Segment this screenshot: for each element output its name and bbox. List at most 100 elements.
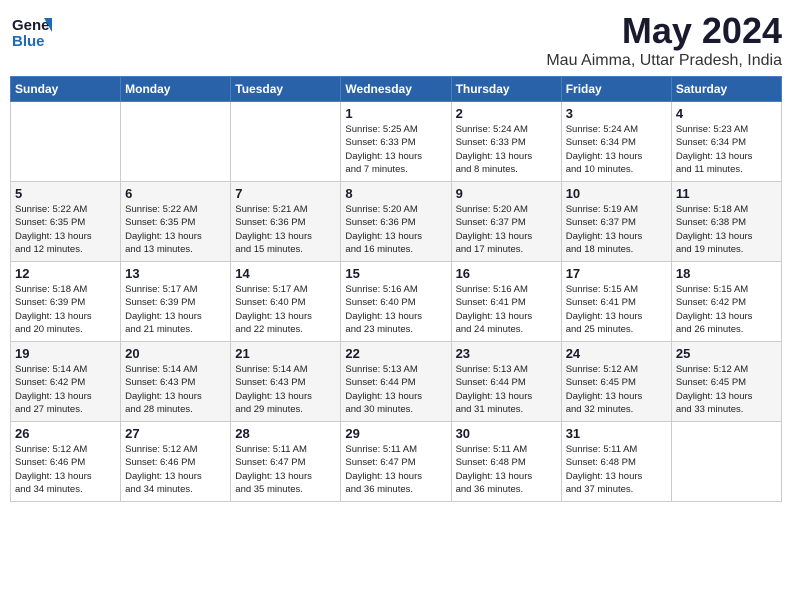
day-info: Sunrise: 5:20 AMSunset: 6:36 PMDaylight:… — [345, 203, 446, 256]
calendar-cell: 23 Sunrise: 5:13 AMSunset: 6:44 PMDayligh… — [451, 342, 561, 422]
day-info: Sunrise: 5:21 AMSunset: 6:36 PMDaylight:… — [235, 203, 336, 256]
day-info: Sunrise: 5:11 AMSunset: 6:48 PMDaylight:… — [456, 443, 557, 496]
day-number: 28 — [235, 426, 336, 441]
calendar-cell: 28 Sunrise: 5:11 AMSunset: 6:47 PMDayligh… — [231, 422, 341, 502]
weekday-header-thursday: Thursday — [451, 77, 561, 102]
calendar-cell: 29 Sunrise: 5:11 AMSunset: 6:47 PMDayligh… — [341, 422, 451, 502]
day-number: 12 — [15, 266, 116, 281]
svg-text:Blue: Blue — [12, 33, 45, 50]
day-number: 8 — [345, 186, 446, 201]
calendar-cell: 11Sunrise: 5:18 AMSunset: 6:38 PMDayligh… — [671, 182, 781, 262]
calendar-table: SundayMondayTuesdayWednesdayThursdayFrid… — [10, 76, 782, 502]
calendar-cell: 7Sunrise: 5:21 AMSunset: 6:36 PMDaylight… — [231, 182, 341, 262]
calendar-week-row: 1Sunrise: 5:25 AMSunset: 6:33 PMDaylight… — [11, 102, 782, 182]
calendar-cell: 19Sunrise: 5:14 AMSunset: 6:42 PMDayligh… — [11, 342, 121, 422]
calendar-cell: 20Sunrise: 5:14 AMSunset: 6:43 PMDayligh… — [121, 342, 231, 422]
weekday-header-sunday: Sunday — [11, 77, 121, 102]
day-info: Sunrise: 5:22 AMSunset: 6:35 PMDaylight:… — [15, 203, 116, 256]
day-number: 13 — [125, 266, 226, 281]
day-number: 4 — [676, 106, 777, 121]
day-number: 16 — [456, 266, 557, 281]
day-number: 29 — [345, 426, 446, 441]
weekday-header-friday: Friday — [561, 77, 671, 102]
calendar-week-row: 5 Sunrise: 5:22 AMSunset: 6:35 PMDaylight… — [11, 182, 782, 262]
calendar-cell: 31 Sunrise: 5:11 AMSunset: 6:48 PMDayligh… — [561, 422, 671, 502]
weekday-header-saturday: Saturday — [671, 77, 781, 102]
calendar-cell: 30 Sunrise: 5:11 AMSunset: 6:48 PMDayligh… — [451, 422, 561, 502]
calendar-cell: 13 Sunrise: 5:17 AMSunset: 6:39 PMDayligh… — [121, 262, 231, 342]
day-number: 18 — [676, 266, 777, 281]
day-info: Sunrise: 5:11 AMSunset: 6:47 PMDaylight:… — [235, 443, 336, 496]
day-info: Sunrise: 5:17 AMSunset: 6:40 PMDaylight:… — [235, 283, 336, 336]
day-info: Sunrise: 5:11 AMSunset: 6:47 PMDaylight:… — [345, 443, 446, 496]
logo-icon: General Blue — [10, 10, 52, 57]
calendar-cell: 3 Sunrise: 5:24 AMSunset: 6:34 PMDaylight… — [561, 102, 671, 182]
page-title: May 2024 — [546, 10, 782, 52]
day-number: 17 — [566, 266, 667, 281]
day-info: Sunrise: 5:12 AMSunset: 6:45 PMDaylight:… — [676, 363, 777, 416]
day-info: Sunrise: 5:22 AMSunset: 6:35 PMDaylight:… — [125, 203, 226, 256]
calendar-week-row: 19Sunrise: 5:14 AMSunset: 6:42 PMDayligh… — [11, 342, 782, 422]
page-header: General Blue May 2024 Mau Aimma, Uttar P… — [10, 10, 782, 70]
calendar-cell — [121, 102, 231, 182]
day-info: Sunrise: 5:15 AMSunset: 6:42 PMDaylight:… — [676, 283, 777, 336]
weekday-header-tuesday: Tuesday — [231, 77, 341, 102]
day-info: Sunrise: 5:12 AMSunset: 6:46 PMDaylight:… — [125, 443, 226, 496]
day-info: Sunrise: 5:14 AMSunset: 6:43 PMDaylight:… — [125, 363, 226, 416]
day-number: 5 — [15, 186, 116, 201]
calendar-cell: 4 Sunrise: 5:23 AMSunset: 6:34 PMDaylight… — [671, 102, 781, 182]
day-info: Sunrise: 5:16 AMSunset: 6:40 PMDaylight:… — [345, 283, 446, 336]
day-info: Sunrise: 5:18 AMSunset: 6:39 PMDaylight:… — [15, 283, 116, 336]
calendar-cell: 16 Sunrise: 5:16 AMSunset: 6:41 PMDayligh… — [451, 262, 561, 342]
calendar-cell: 14 Sunrise: 5:17 AMSunset: 6:40 PMDayligh… — [231, 262, 341, 342]
calendar-cell — [671, 422, 781, 502]
calendar-cell: 26Sunrise: 5:12 AMSunset: 6:46 PMDayligh… — [11, 422, 121, 502]
calendar-cell: 25 Sunrise: 5:12 AMSunset: 6:45 PMDayligh… — [671, 342, 781, 422]
calendar-cell: 8 Sunrise: 5:20 AMSunset: 6:36 PMDaylight… — [341, 182, 451, 262]
day-number: 30 — [456, 426, 557, 441]
day-info: Sunrise: 5:24 AMSunset: 6:34 PMDaylight:… — [566, 123, 667, 176]
day-info: Sunrise: 5:23 AMSunset: 6:34 PMDaylight:… — [676, 123, 777, 176]
day-number: 14 — [235, 266, 336, 281]
page-subtitle: Mau Aimma, Uttar Pradesh, India — [546, 52, 782, 70]
calendar-cell: 24 Sunrise: 5:12 AMSunset: 6:45 PMDayligh… — [561, 342, 671, 422]
day-number: 9 — [456, 186, 557, 201]
calendar-cell: 2 Sunrise: 5:24 AMSunset: 6:33 PMDaylight… — [451, 102, 561, 182]
day-info: Sunrise: 5:11 AMSunset: 6:48 PMDaylight:… — [566, 443, 667, 496]
day-number: 10 — [566, 186, 667, 201]
day-number: 31 — [566, 426, 667, 441]
day-number: 11 — [676, 186, 777, 201]
day-info: Sunrise: 5:16 AMSunset: 6:41 PMDaylight:… — [456, 283, 557, 336]
day-info: Sunrise: 5:13 AMSunset: 6:44 PMDaylight:… — [345, 363, 446, 416]
calendar-cell: 1Sunrise: 5:25 AMSunset: 6:33 PMDaylight… — [341, 102, 451, 182]
calendar-cell: 22Sunrise: 5:13 AMSunset: 6:44 PMDayligh… — [341, 342, 451, 422]
day-number: 24 — [566, 346, 667, 361]
calendar-cell: 5 Sunrise: 5:22 AMSunset: 6:35 PMDaylight… — [11, 182, 121, 262]
day-info: Sunrise: 5:25 AMSunset: 6:33 PMDaylight:… — [345, 123, 446, 176]
day-number: 6 — [125, 186, 226, 201]
day-info: Sunrise: 5:19 AMSunset: 6:37 PMDaylight:… — [566, 203, 667, 256]
day-info: Sunrise: 5:12 AMSunset: 6:45 PMDaylight:… — [566, 363, 667, 416]
calendar-cell: 10 Sunrise: 5:19 AMSunset: 6:37 PMDayligh… — [561, 182, 671, 262]
calendar-week-row: 26Sunrise: 5:12 AMSunset: 6:46 PMDayligh… — [11, 422, 782, 502]
day-number: 23 — [456, 346, 557, 361]
day-number: 25 — [676, 346, 777, 361]
day-info: Sunrise: 5:13 AMSunset: 6:44 PMDaylight:… — [456, 363, 557, 416]
day-number: 3 — [566, 106, 667, 121]
day-info: Sunrise: 5:14 AMSunset: 6:42 PMDaylight:… — [15, 363, 116, 416]
title-block: May 2024 Mau Aimma, Uttar Pradesh, India — [546, 10, 782, 70]
calendar-cell: 9 Sunrise: 5:20 AMSunset: 6:37 PMDaylight… — [451, 182, 561, 262]
day-info: Sunrise: 5:12 AMSunset: 6:46 PMDaylight:… — [15, 443, 116, 496]
day-info: Sunrise: 5:20 AMSunset: 6:37 PMDaylight:… — [456, 203, 557, 256]
day-number: 2 — [456, 106, 557, 121]
calendar-cell: 27 Sunrise: 5:12 AMSunset: 6:46 PMDayligh… — [121, 422, 231, 502]
weekday-header-row: SundayMondayTuesdayWednesdayThursdayFrid… — [11, 77, 782, 102]
day-number: 27 — [125, 426, 226, 441]
day-info: Sunrise: 5:17 AMSunset: 6:39 PMDaylight:… — [125, 283, 226, 336]
day-info: Sunrise: 5:15 AMSunset: 6:41 PMDaylight:… — [566, 283, 667, 336]
calendar-cell: 17 Sunrise: 5:15 AMSunset: 6:41 PMDayligh… — [561, 262, 671, 342]
calendar-cell: 18 Sunrise: 5:15 AMSunset: 6:42 PMDayligh… — [671, 262, 781, 342]
logo: General Blue — [10, 10, 52, 57]
day-info: Sunrise: 5:14 AMSunset: 6:43 PMDaylight:… — [235, 363, 336, 416]
day-info: Sunrise: 5:24 AMSunset: 6:33 PMDaylight:… — [456, 123, 557, 176]
